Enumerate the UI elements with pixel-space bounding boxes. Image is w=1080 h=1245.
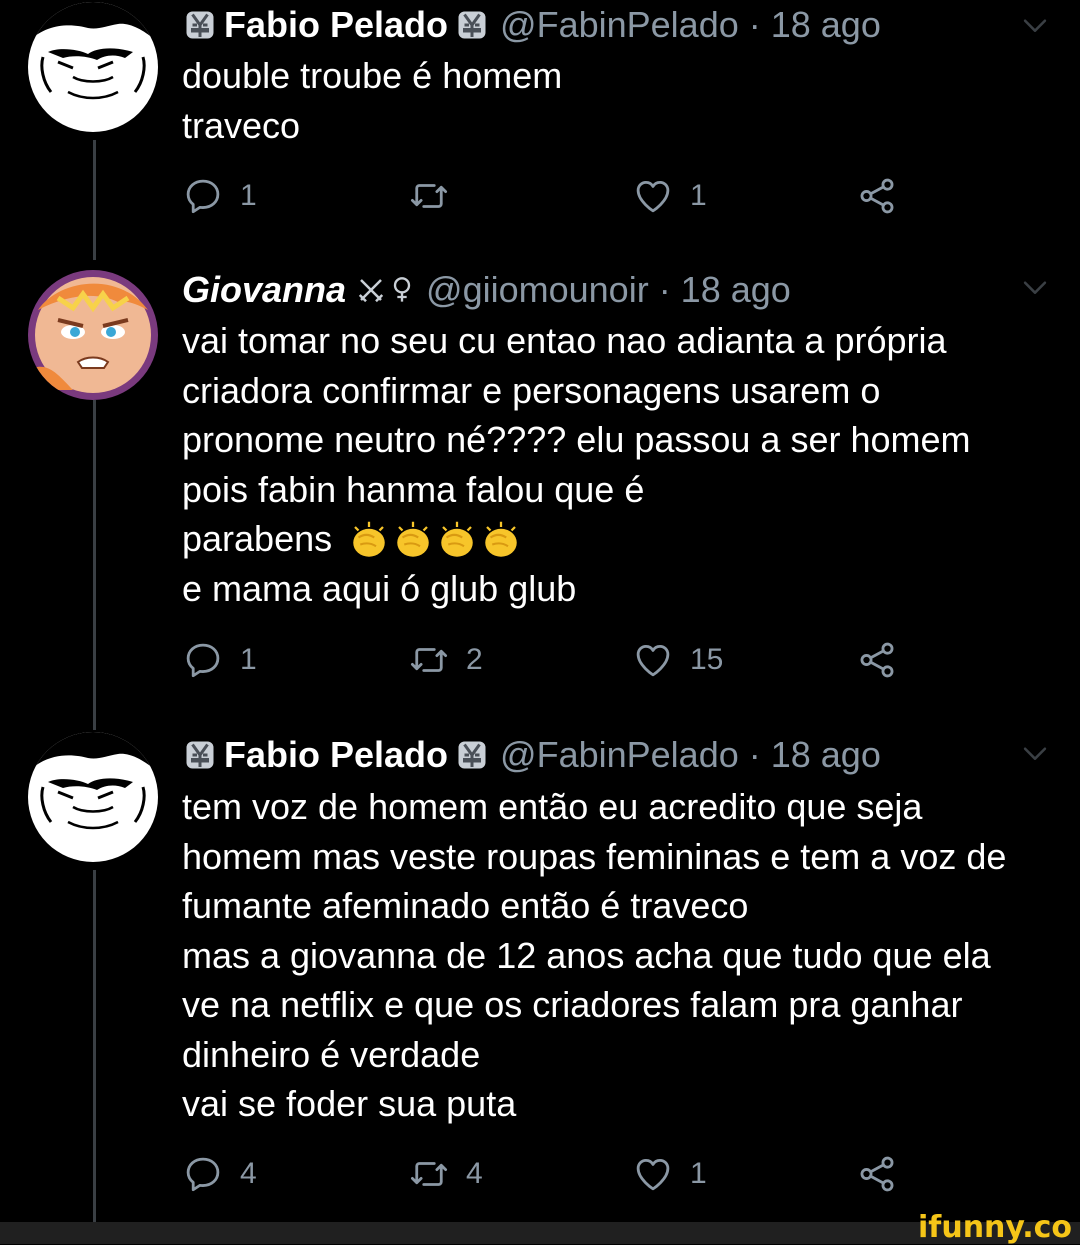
- avatar-image: [28, 732, 158, 862]
- tweet-line: vai tomar no seu cu entao nao adianta a …: [182, 320, 947, 361]
- clap-icon: [436, 520, 478, 562]
- display-name[interactable]: Fabio Pelado: [224, 3, 448, 47]
- avatar[interactable]: [28, 2, 158, 132]
- tweet[interactable]: Fabio Pelado @FabinPelado · 18 ago doubl…: [0, 0, 1080, 240]
- reply-icon: [182, 1153, 224, 1195]
- clap-icon: [348, 520, 390, 562]
- retweet-icon: [408, 175, 450, 217]
- tweet-actions: 1 1: [182, 172, 902, 220]
- rose-icon: [393, 277, 411, 302]
- avatar-image: [28, 270, 158, 400]
- gi-emoji-icon: [454, 737, 490, 773]
- like-button[interactable]: 1: [632, 172, 707, 220]
- heart-icon: [632, 175, 674, 217]
- share-icon: [856, 1153, 898, 1195]
- gi-emoji-icon: [182, 737, 218, 773]
- tweet-line: e mama aqui ó glub glub: [182, 567, 577, 609]
- retweet-icon: [408, 1153, 450, 1195]
- reply-count: 1: [240, 179, 257, 212]
- heart-icon: [632, 639, 674, 681]
- tweet-line-with-emoji: parabens: [182, 514, 1062, 564]
- tweet-line: tem voz de homem então eu acredito que s…: [182, 786, 923, 827]
- handle-time[interactable]: @FabinPelado · 18 ago: [500, 3, 881, 47]
- like-count: 15: [690, 643, 724, 676]
- reply-count: 1: [240, 643, 257, 676]
- clapping-emoji-row: [348, 520, 522, 562]
- tweet-text: double troube é homem traveco: [182, 51, 1062, 150]
- tweet-line: pois fabin hanma falou que é: [182, 468, 645, 510]
- retweet-button[interactable]: 4: [408, 1150, 483, 1198]
- retweet-button[interactable]: [408, 172, 466, 220]
- crossed-swords-icon: [358, 279, 384, 303]
- tweet-actions: 1 2 15: [182, 636, 902, 684]
- share-button[interactable]: [856, 1150, 898, 1198]
- clap-icon: [480, 520, 522, 562]
- reply-icon: [182, 639, 224, 681]
- heart-icon: [632, 1153, 674, 1195]
- avatar[interactable]: [28, 732, 158, 862]
- avatar[interactable]: [28, 270, 158, 400]
- like-count: 1: [690, 1157, 707, 1190]
- like-count: 1: [690, 179, 707, 212]
- tweet-text: vai tomar no seu cu entao nao adianta a …: [182, 316, 1062, 613]
- clap-icon: [392, 520, 434, 562]
- tweet-line: double troube é homem: [182, 55, 563, 96]
- gi-emoji-icon: [454, 7, 490, 43]
- tweet-line: criadora confirmar e personagens usarem …: [182, 369, 881, 411]
- avatar-image: [28, 2, 158, 132]
- handle-time[interactable]: @FabinPelado · 18 ago: [500, 733, 881, 777]
- tweet-header: Fabio Pelado @FabinPelado · 18 ago: [182, 3, 881, 47]
- reply-button[interactable]: 1: [182, 636, 257, 684]
- handle-time[interactable]: @giiomounoir · 18 ago: [426, 268, 791, 312]
- tweet-line: dinheiro é verdade: [182, 1033, 481, 1075]
- tweet-line: fumante afeminado então é traveco: [182, 885, 749, 926]
- like-button[interactable]: 15: [632, 636, 723, 684]
- share-icon: [856, 639, 898, 681]
- chevron-down-icon[interactable]: [1018, 270, 1052, 304]
- reply-button[interactable]: 4: [182, 1150, 257, 1198]
- share-icon: [856, 175, 898, 217]
- tweet-actions: 4 4 1: [182, 1150, 902, 1198]
- share-button[interactable]: [856, 636, 898, 684]
- reply-button[interactable]: 1: [182, 172, 257, 220]
- retweet-count: 2: [466, 643, 483, 676]
- chevron-down-icon[interactable]: [1018, 736, 1052, 770]
- reply-count: 4: [240, 1157, 257, 1190]
- tweet-line: traveco: [182, 104, 301, 146]
- tweet-text: tem voz de homem então eu acredito que s…: [182, 782, 1062, 1129]
- tweet-line: homem mas veste roupas femininas e tem a…: [182, 835, 1007, 877]
- tweet[interactable]: Fabio Pelado @FabinPelado · 18 ago tem v…: [0, 710, 1080, 1222]
- retweet-button[interactable]: 2: [408, 636, 483, 684]
- display-name[interactable]: Fabio Pelado: [224, 733, 448, 777]
- watermark-logo: ifunny.co: [918, 1210, 1072, 1245]
- tweet-line: mas a giovanna de 12 anos acha que tudo …: [182, 934, 991, 976]
- retweet-icon: [408, 639, 450, 681]
- tweet-line: pronome neutro né???? elu passou a ser h…: [182, 419, 971, 460]
- chevron-down-icon[interactable]: [1018, 8, 1052, 42]
- share-button[interactable]: [856, 172, 898, 220]
- tweet-line: ve na netflix e que os criadores falam p…: [182, 984, 963, 1025]
- display-name[interactable]: Giovanna: [182, 268, 346, 312]
- tweet[interactable]: Giovanna @giiomounoir · 18 ago vai tomar…: [0, 240, 1080, 710]
- like-button[interactable]: 1: [632, 1150, 707, 1198]
- tweet-header: Fabio Pelado @FabinPelado · 18 ago: [182, 733, 881, 777]
- reply-icon: [182, 175, 224, 217]
- gi-emoji-icon: [182, 7, 218, 43]
- tweet-line: vai se foder sua puta: [182, 1083, 517, 1124]
- tweet-line: parabens: [182, 518, 333, 559]
- retweet-count: 4: [466, 1157, 483, 1190]
- tweet-header: Giovanna @giiomounoir · 18 ago: [182, 268, 791, 312]
